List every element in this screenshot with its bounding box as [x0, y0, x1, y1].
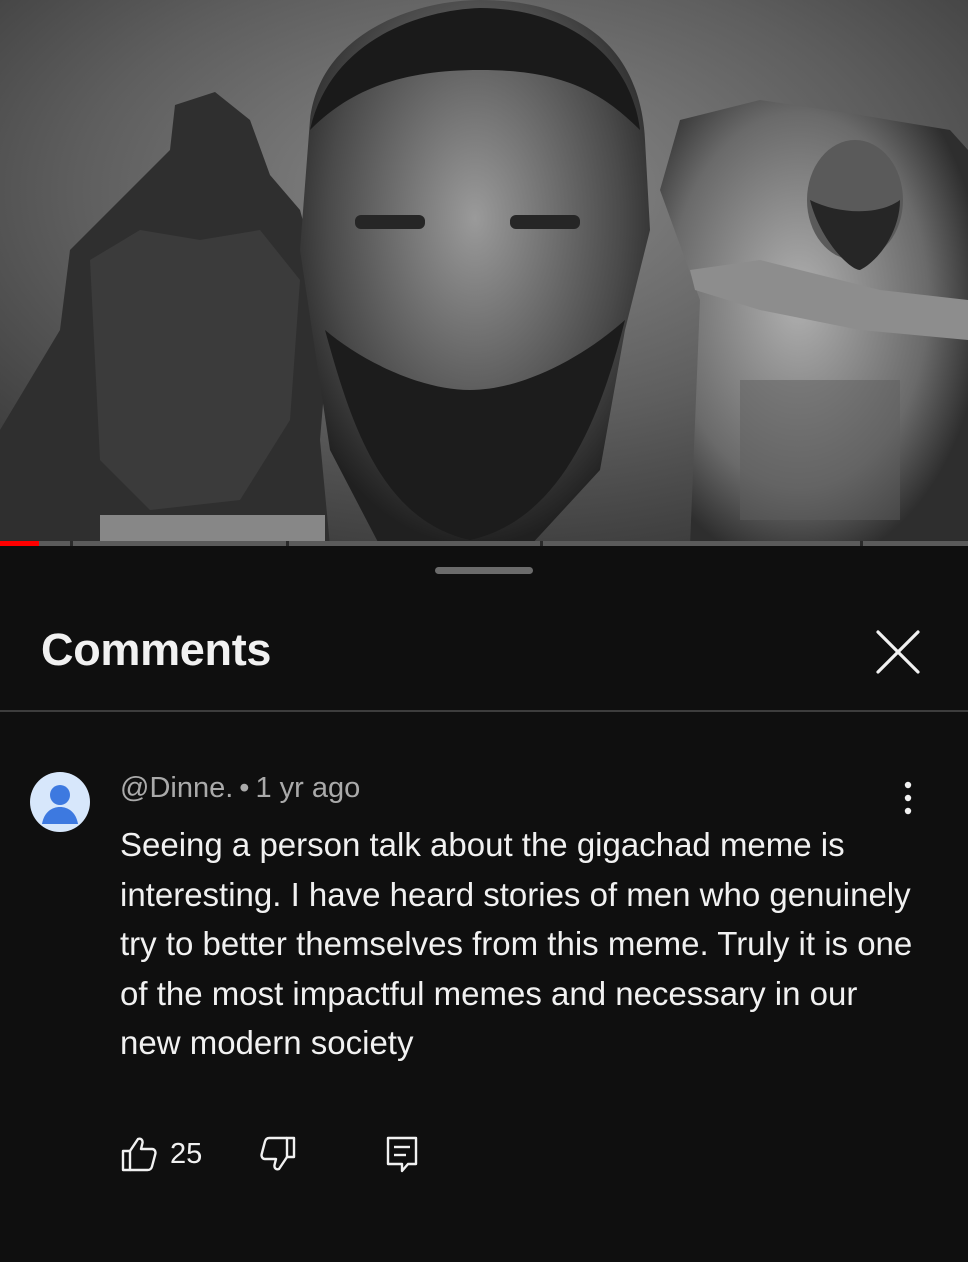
comment-text: Seeing a person talk about the gigachad …: [120, 826, 913, 1061]
more-vert-icon: [904, 781, 912, 815]
author-avatar[interactable]: [30, 772, 90, 832]
close-button[interactable]: [872, 626, 924, 678]
thumbs-down-icon: [260, 1136, 296, 1171]
comment-meta: @Dinne. • 1 yr ago: [120, 772, 360, 805]
like-count: 25: [170, 1137, 203, 1170]
close-icon: [876, 630, 920, 674]
comments-sheet: Comments @Dinne. • 1 yr ago Seeing a perso…: [0, 546, 968, 1262]
dislike-button[interactable]: [259, 1132, 297, 1176]
comment-more-button[interactable]: [892, 778, 924, 818]
like-button[interactable]: 25: [120, 1132, 202, 1176]
sheet-drag-handle[interactable]: [435, 567, 533, 574]
comment-author[interactable]: @Dinne.: [120, 772, 233, 804]
default-avatar-icon: [42, 785, 78, 824]
meta-separator: •: [239, 772, 250, 804]
reply-comment-icon: [386, 1136, 418, 1173]
thumbs-up-icon: [121, 1137, 157, 1172]
comment-item: @Dinne. • 1 yr ago Seeing a person talk ab…: [0, 712, 968, 1262]
reply-button[interactable]: [384, 1132, 420, 1176]
comments-title: Comments: [41, 624, 272, 675]
video-thumbnail-image: [0, 0, 968, 546]
video-player[interactable]: [0, 0, 968, 546]
comment-time[interactable]: 1 yr ago: [255, 772, 360, 804]
